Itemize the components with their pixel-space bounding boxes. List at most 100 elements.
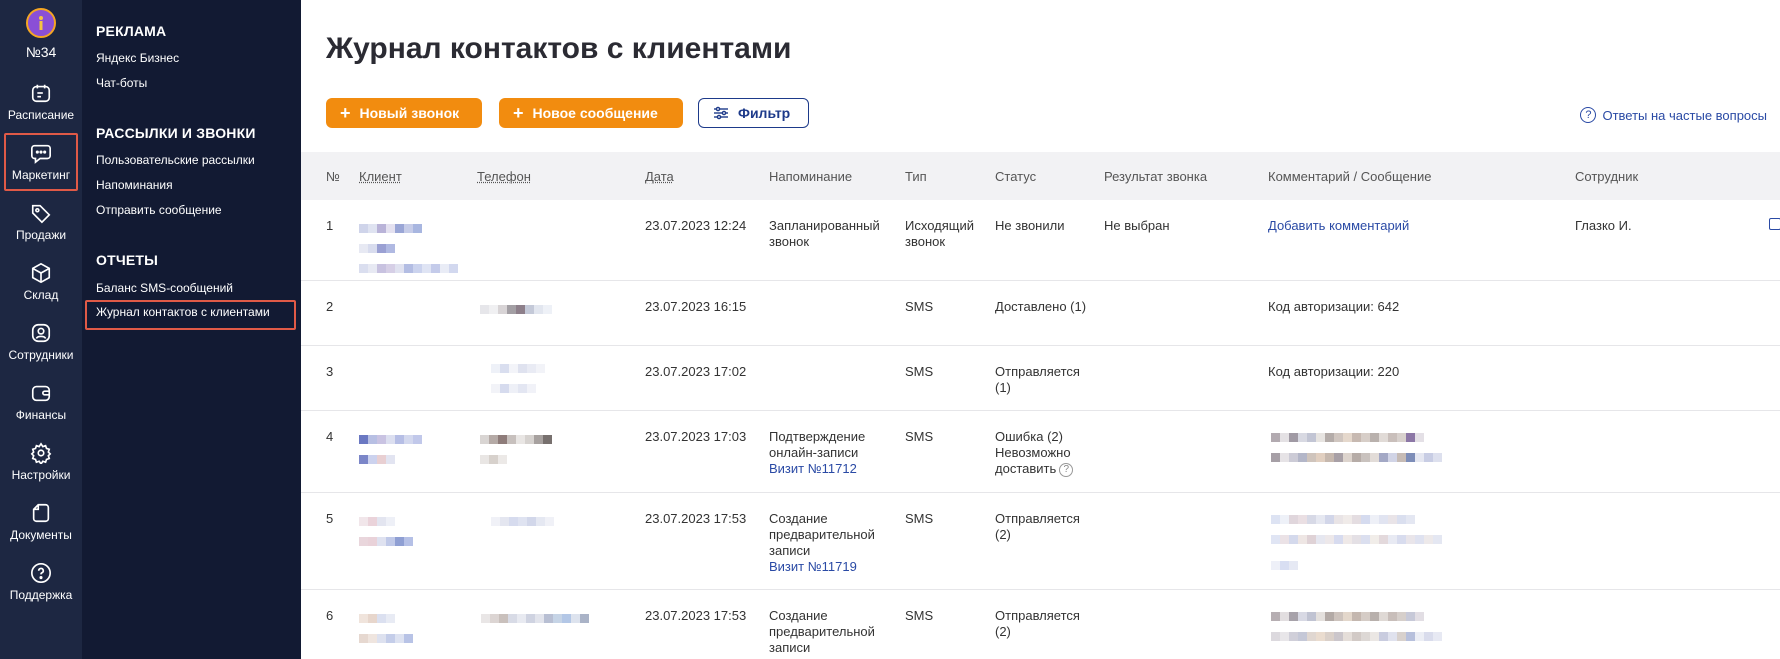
row-number: 6 xyxy=(326,608,333,624)
row-number: 1 xyxy=(326,218,333,234)
table-row[interactable]: 6 23.07.2023 17:53 Создание предваритель… xyxy=(301,590,1780,659)
visit-link[interactable]: Визит №11719 xyxy=(769,559,857,575)
edit-icon[interactable] xyxy=(1769,218,1780,230)
row-status: Отправляется (2) xyxy=(995,608,1090,640)
tag-icon xyxy=(30,202,52,224)
row-type: SMS xyxy=(905,299,933,315)
subnav-link-send-message[interactable]: Отправить сообщение xyxy=(96,203,222,217)
row-type: SMS xyxy=(905,364,933,380)
subnav-section-title: ОТЧЕТЫ xyxy=(96,252,158,268)
rail-item-settings[interactable]: Настройки xyxy=(0,436,82,496)
row-reminder: Подтверждение онлайн-записи xyxy=(769,429,884,461)
visit-link[interactable]: Визит №11712 xyxy=(769,461,857,477)
client-name-redacted[interactable] xyxy=(359,513,413,551)
col-client[interactable]: Клиент xyxy=(359,169,402,184)
row-status: Ошибка (2) Невозможно доставить? xyxy=(995,429,1091,477)
row-status: Отправляется (1) xyxy=(995,364,1090,396)
row-status: Отправляется (2) xyxy=(995,511,1090,543)
message-redacted xyxy=(1271,429,1442,467)
col-reminder: Напоминание xyxy=(769,169,852,184)
col-status: Статус xyxy=(995,169,1036,184)
rail-item-warehouse[interactable]: Склад xyxy=(0,256,82,316)
row-type: SMS xyxy=(905,511,933,527)
subnav-link-yandex-business[interactable]: Яндекс Бизнес xyxy=(96,51,179,65)
phone-redacted xyxy=(491,360,545,398)
row-reminder: Создание предварительной записи xyxy=(769,511,879,559)
rail-item-label: Поддержка xyxy=(0,588,82,602)
rail-item-label: Настройки xyxy=(0,468,82,482)
table-row[interactable]: 3 23.07.2023 17:02 SMS Отправляется (1) … xyxy=(301,346,1780,411)
new-message-button[interactable]: + Новое сообщение xyxy=(499,98,683,128)
col-call-result: Результат звонка xyxy=(1104,169,1207,184)
col-date[interactable]: Дата xyxy=(645,169,674,184)
rail-item-sales[interactable]: Продажи xyxy=(0,196,82,256)
row-date: 23.07.2023 17:53 xyxy=(645,511,746,527)
client-name-redacted[interactable] xyxy=(359,610,413,648)
col-comment: Комментарий / Сообщение xyxy=(1268,169,1431,184)
subnav-link-user-mailings[interactable]: Пользовательские рассылки xyxy=(96,153,255,167)
table-row[interactable]: 2 23.07.2023 16:15 SMS Доставлено (1) Ко… xyxy=(301,281,1780,346)
rail-item-label: Продажи xyxy=(0,228,82,242)
subnav-link-sms-balance[interactable]: Баланс SMS-сообщений xyxy=(96,281,233,295)
subnav-section-title: РЕКЛАМА xyxy=(96,23,166,39)
org-switcher[interactable]: №34 xyxy=(0,0,82,72)
row-type: SMS xyxy=(905,429,933,445)
row-comment: Код авторизации: 220 xyxy=(1268,364,1399,380)
help-tooltip-icon[interactable]: ? xyxy=(1059,463,1073,477)
client-name-redacted[interactable] xyxy=(359,431,422,469)
marketing-subnav: РЕКЛАМА Яндекс Бизнес Чат-боты РАССЫЛКИ … xyxy=(82,0,301,659)
question-icon: ? xyxy=(1580,107,1596,123)
table-header: № Клиент Телефон Дата Напоминание Тип Ст… xyxy=(301,152,1780,200)
row-date: 23.07.2023 17:02 xyxy=(645,364,746,380)
page-title: Журнал контактов с клиентами xyxy=(326,32,792,66)
row-date: 23.07.2023 16:15 xyxy=(645,299,746,315)
rail-item-support[interactable]: Поддержка xyxy=(0,556,82,616)
row-call-result[interactable]: Не выбран xyxy=(1104,218,1170,234)
row-number: 4 xyxy=(326,429,333,445)
row-type: SMS xyxy=(905,608,933,624)
row-comment: Код авторизации: 642 xyxy=(1268,299,1399,315)
plus-icon: + xyxy=(340,103,351,124)
rail-item-label: Расписание xyxy=(0,108,82,122)
subnav-link-chatbots[interactable]: Чат-боты xyxy=(96,76,147,90)
gear-icon xyxy=(30,442,52,464)
row-date: 23.07.2023 12:24 xyxy=(645,218,746,234)
main-content: Журнал контактов с клиентами + Новый зво… xyxy=(301,0,1780,659)
table-row[interactable]: 5 23.07.2023 17:53 Создание предваритель… xyxy=(301,493,1780,590)
message-redacted xyxy=(1271,511,1442,575)
new-message-label: Новое сообщение xyxy=(533,105,658,121)
table-row[interactable]: 4 23.07.2023 17:03 Подтверждение онлайн-… xyxy=(301,411,1780,493)
rail-item-staff[interactable]: Сотрудники xyxy=(0,316,82,376)
col-number: № xyxy=(326,169,340,184)
user-icon xyxy=(30,322,52,344)
app: №34 Расписание Маркетинг Продажи Склад С… xyxy=(0,0,1780,659)
client-name-redacted[interactable] xyxy=(359,220,458,278)
calendar-icon xyxy=(30,82,52,104)
col-phone[interactable]: Телефон xyxy=(477,169,531,184)
active-highlight xyxy=(85,300,296,330)
faq-link[interactable]: ? Ответы на частые вопросы xyxy=(1580,107,1767,123)
row-reminder: Создание предварительной записи xyxy=(769,608,879,656)
filter-button[interactable]: Фильтр xyxy=(698,98,809,128)
document-icon xyxy=(30,502,52,524)
new-call-label: Новый звонок xyxy=(360,105,460,121)
row-number: 5 xyxy=(326,511,333,527)
phone-redacted xyxy=(480,431,552,469)
message-redacted xyxy=(1271,608,1442,646)
rail-item-label: Финансы xyxy=(0,408,82,422)
new-call-button[interactable]: + Новый звонок xyxy=(326,98,482,128)
rail-item-documents[interactable]: Документы xyxy=(0,496,82,556)
subnav-link-reminders[interactable]: Напоминания xyxy=(96,178,173,192)
table-row[interactable]: 1 23.07.2023 12:24 Запланированный звоно… xyxy=(301,200,1780,281)
add-comment-link[interactable]: Добавить комментарий xyxy=(1268,218,1409,234)
sliders-icon xyxy=(713,106,729,120)
row-reminder: Запланированный звонок xyxy=(769,218,891,250)
rail-item-label: Склад xyxy=(0,288,82,302)
rail-item-finance[interactable]: Финансы xyxy=(0,376,82,436)
row-number: 3 xyxy=(326,364,333,380)
rail-item-schedule[interactable]: Расписание xyxy=(0,76,82,136)
phone-redacted xyxy=(481,610,589,628)
filter-label: Фильтр xyxy=(738,105,790,121)
row-employee: Глазко И. xyxy=(1575,218,1632,234)
plus-icon: + xyxy=(513,103,524,124)
